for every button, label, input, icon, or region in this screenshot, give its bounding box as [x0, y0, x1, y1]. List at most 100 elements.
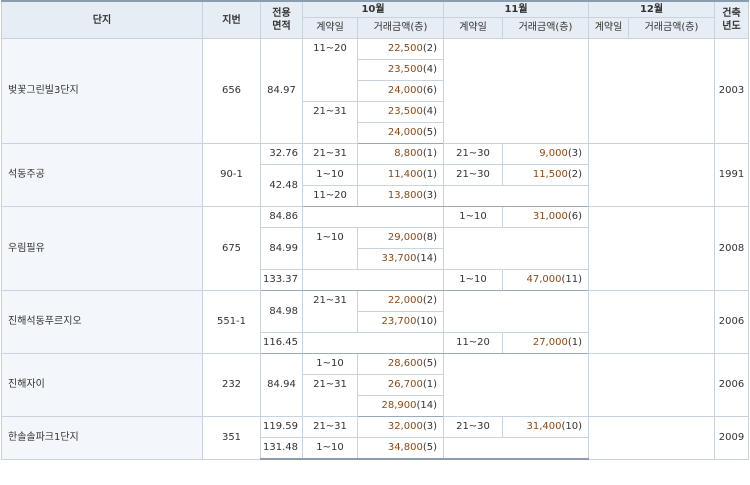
- floor: (3): [422, 421, 437, 432]
- table-row: 벚꽃그린빌3단지 656 84.97 11~20 22,500(2) 2003: [1, 38, 749, 144]
- table-row: 진해석동푸르지오 551-1 84.98 21~31 22,000(2) 200…: [1, 290, 749, 354]
- price: 23,500: [387, 106, 423, 117]
- nov-amount: 9,000(3): [502, 143, 589, 165]
- nov-amount: 27,000(1): [502, 332, 589, 354]
- price: 24,000: [387, 85, 423, 96]
- oct-amount: 24,000(6): [357, 80, 444, 102]
- oct-amount: 33,700(14): [357, 248, 444, 270]
- header-lot: 지번: [202, 0, 261, 39]
- header-dec-contract-day: 계약일: [588, 17, 629, 39]
- price: 27,000: [532, 337, 568, 348]
- nov-empty: [443, 227, 589, 270]
- oct-contract-day: 1~10: [302, 353, 358, 375]
- header-oct-contract-day: 계약일: [302, 17, 358, 39]
- price: 11,500: [532, 169, 568, 180]
- floor: (14): [416, 400, 437, 411]
- dec-empty: [588, 290, 715, 354]
- built-year: 2008: [714, 206, 749, 291]
- oct-amount: 13,800(3): [357, 185, 444, 207]
- built-year: 1991: [714, 143, 749, 207]
- floor: (1): [422, 169, 437, 180]
- floor: (1): [422, 379, 437, 390]
- built-year: 2009: [714, 416, 749, 460]
- floor: (10): [416, 316, 437, 327]
- table-row: 석동주공 90-1 32.76 21~31 8,800(1) 21~30 9,0…: [1, 143, 749, 207]
- area-value: 119.59: [260, 416, 303, 438]
- price: 31,000: [532, 211, 568, 222]
- dec-empty: [588, 38, 715, 144]
- floor: (5): [422, 127, 437, 138]
- floor: (6): [567, 211, 582, 222]
- nov-contract-day: 21~30: [443, 164, 503, 186]
- header-month-dec: 12월: [588, 0, 715, 18]
- complex-name: 한솔솔파크1단지: [1, 416, 203, 460]
- header-area: 전용 면적: [260, 0, 303, 39]
- nov-contract-day: 11~20: [443, 332, 503, 354]
- price: 26,700: [387, 379, 423, 390]
- oct-amount: 29,000(8): [357, 227, 444, 249]
- floor: (3): [567, 148, 582, 159]
- oct-amount: 24,000(5): [357, 122, 444, 144]
- floor: (11): [561, 274, 582, 285]
- complex-name: 진해석동푸르지오: [1, 290, 203, 354]
- price: 33,700: [381, 253, 417, 264]
- oct-contract-day: 21~31: [302, 290, 358, 333]
- oct-amount: 22,500(2): [357, 38, 444, 60]
- area-value: 84.86: [260, 206, 303, 228]
- oct-empty: [302, 269, 444, 291]
- floor: (4): [422, 106, 437, 117]
- area-value: 133.37: [260, 269, 303, 291]
- floor: (6): [422, 85, 437, 96]
- oct-contract-day: 21~31: [302, 101, 358, 144]
- oct-amount: 28,900(14): [357, 395, 444, 417]
- nov-contract-day: 21~30: [443, 143, 503, 165]
- header-built-year-text: 건축 년도: [722, 8, 741, 32]
- header-built-year: 건축 년도: [714, 0, 749, 39]
- nov-amount: 31,400(10): [502, 416, 589, 438]
- nov-empty: [443, 290, 589, 333]
- built-year: 2006: [714, 353, 749, 417]
- header-nov-contract-day: 계약일: [443, 17, 503, 39]
- price: 8,800: [394, 148, 423, 159]
- lot-number: 351: [202, 416, 261, 460]
- floor: (5): [422, 358, 437, 369]
- dec-empty: [588, 143, 715, 207]
- nov-empty: [443, 353, 589, 417]
- area-value: 84.99: [260, 227, 303, 270]
- price: 34,800: [387, 442, 423, 453]
- nov-amount: 31,000(6): [502, 206, 589, 228]
- price: 23,700: [381, 316, 417, 327]
- price: 31,400: [526, 421, 562, 432]
- oct-amount: 23,700(10): [357, 311, 444, 333]
- floor: (5): [422, 442, 437, 453]
- price: 11,400: [387, 169, 423, 180]
- floor: (3): [422, 190, 437, 201]
- price: 23,500: [387, 64, 423, 75]
- lot-number: 232: [202, 353, 261, 417]
- table-row: 진해자이 232 84.94 1~10 28,600(5) 2006: [1, 353, 749, 417]
- oct-contract-day: 1~10: [302, 227, 358, 270]
- nov-amount: 47,000(11): [502, 269, 589, 291]
- dec-empty: [588, 353, 715, 417]
- oct-contract-day: 1~10: [302, 437, 358, 460]
- price: 28,900: [381, 400, 417, 411]
- oct-amount: 23,500(4): [357, 101, 444, 123]
- oct-contract-day: 11~20: [302, 185, 358, 207]
- floor: (2): [422, 43, 437, 54]
- oct-amount: 26,700(1): [357, 374, 444, 396]
- dec-empty: [588, 206, 715, 291]
- area-value: 84.98: [260, 290, 303, 333]
- nov-contract-day: 1~10: [443, 269, 503, 291]
- oct-contract-day: 1~10: [302, 164, 358, 186]
- nov-contract-day: 1~10: [443, 206, 503, 228]
- transaction-table: 단지 지번 전용 면적 10월 11월 12월 건축 년도 계약일 거래금액(층…: [1, 0, 749, 460]
- oct-contract-day: 11~20: [302, 38, 358, 102]
- complex-name: 우림필유: [1, 206, 203, 291]
- price: 9,000: [539, 148, 568, 159]
- oct-amount: 22,000(2): [357, 290, 444, 312]
- table-row: 우림필유 675 84.86 1~10 31,000(6) 2008: [1, 206, 749, 291]
- area-value: 84.94: [260, 353, 303, 417]
- header-month-oct: 10월: [302, 0, 444, 18]
- oct-amount: 34,800(5): [357, 437, 444, 460]
- oct-empty: [302, 206, 444, 228]
